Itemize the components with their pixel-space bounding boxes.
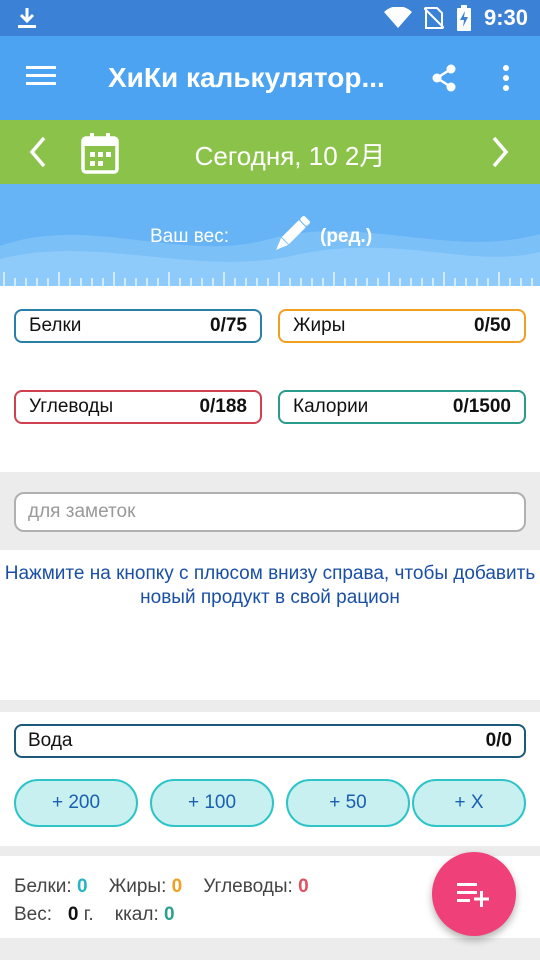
summary-protein-label: Белки:	[14, 876, 72, 897]
water-add-100-button[interactable]: + 100	[150, 779, 274, 827]
playlist-add-icon	[457, 883, 489, 907]
summary-weight-label: Вес:	[14, 904, 53, 925]
chevron-right-icon[interactable]	[488, 134, 512, 170]
water-add-50-button[interactable]: + 50	[286, 779, 410, 827]
weight-panel: Ваш вес: (ред.)	[0, 184, 540, 286]
summary-weight-unit: г.	[83, 904, 94, 925]
wifi-icon	[383, 7, 412, 28]
weight-edit-link[interactable]: (ред.)	[320, 226, 372, 248]
menu-icon[interactable]	[26, 64, 56, 88]
protein-box: Белки 0/75	[14, 309, 262, 343]
carbs-box: Углеводы 0/188	[14, 390, 262, 424]
calories-box: Калории 0/1500	[278, 390, 526, 424]
water-panel: Вода 0/0 + 200 + 100 + 50 + X	[0, 712, 540, 846]
water-box: Вода 0/0	[14, 724, 526, 758]
hint-panel: Нажмите на кнопку с плюсом внизу справа,…	[0, 550, 540, 700]
water-add-custom-button[interactable]: + X	[412, 779, 526, 827]
notes-input[interactable]	[14, 492, 526, 532]
hint-text: Нажмите на кнопку с плюсом внизу справа,…	[4, 563, 536, 608]
add-product-fab[interactable]	[432, 852, 516, 936]
fat-value: 0/50	[474, 315, 511, 336]
no-sim-icon	[423, 7, 444, 29]
battery-charging-icon	[456, 5, 471, 31]
summary-carbs-value: 0	[298, 876, 309, 897]
chevron-left-icon[interactable]	[26, 134, 50, 170]
macros-panel: Белки 0/75 Жиры 0/50 Углеводы 0/188 Кало…	[0, 286, 540, 472]
carbs-label: Углеводы	[29, 396, 114, 417]
calories-value: 0/1500	[452, 396, 511, 417]
carbs-value: 0/188	[199, 396, 247, 417]
summary-fat-label: Жиры:	[108, 876, 167, 897]
status-icons: 9:30	[383, 0, 528, 36]
protein-value: 0/75	[210, 315, 247, 336]
summary-kcal-label: ккал:	[114, 904, 159, 925]
date-bar: Сегодня, 10 2月	[0, 120, 540, 184]
calendar-icon[interactable]	[80, 132, 120, 174]
status-time: 9:30	[483, 5, 528, 30]
status-bar: 9:30	[0, 0, 540, 36]
calories-label: Калории	[293, 396, 369, 417]
app-title: ХиКи калькулятор...	[108, 62, 385, 93]
water-value: 0/0	[485, 730, 512, 751]
share-icon[interactable]	[430, 64, 458, 92]
pencil-icon[interactable]	[270, 214, 312, 256]
summary-macros-row: Белки: 0 Жиры: 0 Углеводы: 0	[14, 876, 309, 898]
summary-kcal-value: 0	[164, 904, 175, 925]
weight-label: Ваш вес:	[150, 226, 229, 247]
summary-fat-value: 0	[171, 876, 183, 897]
summary-protein-value: 0	[76, 876, 88, 897]
water-label: Вода	[28, 730, 73, 751]
download-icon	[18, 8, 36, 28]
app-bar: ХиКи калькулятор...	[0, 36, 540, 120]
summary-weight-row: Вес: 0 г. ккал: 0	[14, 904, 175, 926]
more-vert-icon[interactable]	[500, 64, 512, 92]
water-add-200-button[interactable]: + 200	[14, 779, 138, 827]
protein-label: Белки	[29, 315, 82, 336]
fat-box: Жиры 0/50	[278, 309, 526, 343]
current-date[interactable]: Сегодня, 10 2月	[160, 136, 420, 173]
summary-carbs-label: Углеводы:	[203, 876, 293, 897]
summary-weight-value: 0	[67, 904, 79, 925]
fat-label: Жиры	[293, 315, 346, 336]
